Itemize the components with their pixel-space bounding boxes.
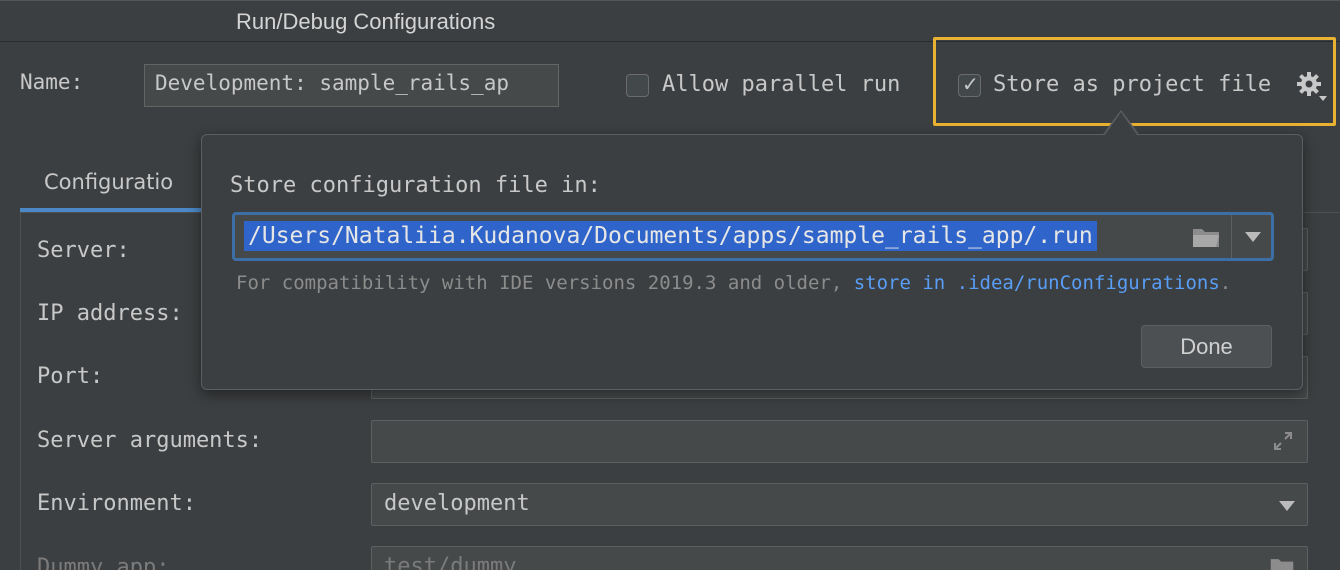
compatibility-note-text: For compatibility with IDE versions 2019…: [236, 272, 854, 294]
compatibility-note-suffix: .: [1219, 272, 1232, 294]
port-label: Port:: [37, 364, 104, 389]
compatibility-note: For compatibility with IDE versions 2019…: [236, 272, 1231, 294]
store-as-project-file-label[interactable]: Store as project file: [993, 72, 1271, 97]
dummy-app-input[interactable]: test/dummy: [371, 546, 1308, 570]
allow-parallel-run-label[interactable]: Allow parallel run: [662, 72, 900, 97]
environment-value: development: [384, 491, 530, 516]
store-in-idea-link[interactable]: store in .idea/runConfigurations: [854, 272, 1220, 294]
window-title: Run/Debug Configurations: [236, 9, 496, 34]
tab-configuration[interactable]: Configuratio: [44, 170, 173, 194]
ip-address-label: IP address:: [37, 301, 183, 326]
folder-icon[interactable]: [1191, 225, 1221, 249]
chevron-down-icon[interactable]: [1245, 232, 1261, 242]
name-label: Name:: [20, 70, 84, 94]
environment-label: Environment:: [37, 491, 196, 516]
environment-select[interactable]: development: [371, 483, 1308, 526]
gear-icon[interactable]: [1295, 70, 1327, 102]
path-divider: [1231, 215, 1232, 258]
dummy-app-value: test/dummy: [384, 554, 517, 570]
expand-icon[interactable]: [1271, 429, 1295, 453]
allow-parallel-run-checkbox[interactable]: [626, 74, 649, 97]
store-location-popup: Store configuration file in: /Users/Nata…: [201, 134, 1303, 390]
checkmark-icon: ✓: [962, 72, 979, 96]
store-path-input[interactable]: /Users/Nataliia.Kudanova/Documents/apps/…: [232, 212, 1274, 261]
server-arguments-label: Server arguments:: [37, 428, 263, 453]
name-input[interactable]: Development: sample_rails_ap: [144, 64, 559, 107]
done-button[interactable]: Done: [1141, 325, 1272, 368]
run-debug-configurations-dialog: Run/Debug Configurations Name: Developme…: [0, 0, 1340, 570]
popup-pointer: [1105, 112, 1137, 135]
chevron-down-icon[interactable]: [1279, 501, 1295, 511]
title-bar: Run/Debug Configurations: [0, 0, 1340, 42]
folder-icon[interactable]: [1269, 555, 1295, 570]
server-arguments-input[interactable]: [371, 420, 1308, 463]
server-label: Server:: [37, 238, 130, 263]
store-path-value[interactable]: /Users/Nataliia.Kudanova/Documents/apps/…: [244, 221, 1097, 251]
popup-heading: Store configuration file in:: [230, 173, 601, 198]
dummy-app-label: Dummy app:: [37, 555, 170, 570]
store-as-project-file-checkbox[interactable]: ✓: [958, 72, 981, 97]
